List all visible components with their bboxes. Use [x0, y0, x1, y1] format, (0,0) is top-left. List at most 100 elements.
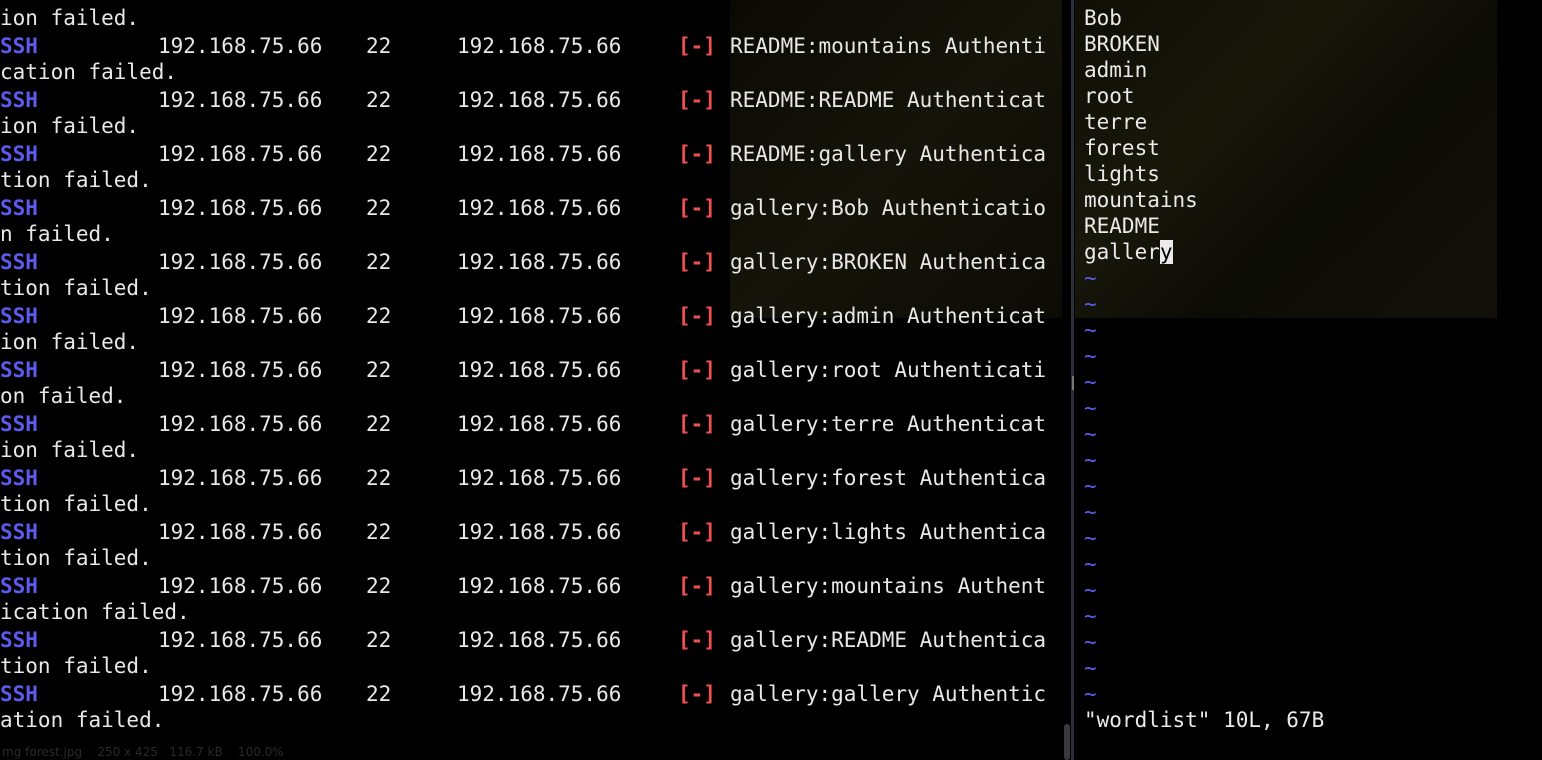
port-number: 22	[366, 34, 392, 58]
port-number: 22	[366, 628, 392, 652]
vim-line[interactable]: terre	[1084, 109, 1147, 135]
tilde-marker: ~	[1084, 318, 1097, 342]
host-address: 192.168.75.66	[158, 250, 323, 274]
port-number: 22	[366, 250, 392, 274]
protocol-label: SSH	[0, 412, 38, 436]
vim-status-line: "wordlist" 10L, 67B	[1084, 708, 1325, 732]
tilde-marker: ~	[1084, 682, 1097, 706]
target-address: 192.168.75.66	[457, 142, 622, 166]
vim-cursor-line[interactable]: gallery	[1084, 239, 1173, 265]
vim-line[interactable]: lights	[1084, 161, 1160, 187]
tilde-marker: ~	[1084, 292, 1097, 316]
vim-editor-pane[interactable]: Bob BROKEN admin root terre forest lights mount…	[1075, 0, 1542, 760]
target-address: 192.168.75.66	[457, 34, 622, 58]
tilde-marker: ~	[1084, 578, 1097, 602]
attempt-message: gallery:lights Authentica	[730, 520, 1047, 544]
protocol-label: SSH	[0, 628, 38, 652]
attempt-message: gallery:gallery Authentic	[730, 682, 1047, 706]
tilde-marker: ~	[1084, 370, 1097, 394]
host-address: 192.168.75.66	[158, 88, 323, 112]
tilde-marker: ~	[1084, 630, 1097, 654]
wrapped-line: tion failed.	[0, 492, 152, 516]
host-address: 192.168.75.66	[158, 628, 323, 652]
tilde-marker: ~	[1084, 344, 1097, 368]
port-number: 22	[366, 304, 392, 328]
failure-marker: [-]	[678, 682, 716, 706]
text-cursor: y	[1159, 240, 1173, 264]
wrapped-line: cation failed.	[0, 60, 178, 84]
vim-line[interactable]: root	[1084, 83, 1135, 109]
divider-handle[interactable]	[1072, 376, 1074, 390]
attempt-message: gallery:BROKEN Authentica	[730, 250, 1047, 274]
target-address: 192.168.75.66	[457, 250, 622, 274]
protocol-label: SSH	[0, 142, 38, 166]
failure-marker: [-]	[678, 358, 716, 382]
target-address: 192.168.75.66	[457, 358, 622, 382]
port-number: 22	[366, 196, 392, 220]
target-address: 192.168.75.66	[457, 682, 622, 706]
wrapped-line: tion failed.	[0, 654, 152, 678]
attempt-message: README:gallery Authentica	[730, 142, 1047, 166]
failure-marker: [-]	[678, 34, 716, 58]
vim-line[interactable]: Bob	[1084, 5, 1122, 31]
protocol-label: SSH	[0, 88, 38, 112]
failure-marker: [-]	[678, 250, 716, 274]
wrapped-line: ion failed.	[0, 438, 140, 462]
vim-line[interactable]: mountains	[1084, 187, 1198, 213]
attempt-message: gallery:root Authenticati	[730, 358, 1047, 382]
protocol-label: SSH	[0, 196, 38, 220]
failure-marker: [-]	[678, 466, 716, 490]
tilde-marker: ~	[1084, 266, 1097, 290]
failure-marker: [-]	[678, 412, 716, 436]
protocol-label: SSH	[0, 358, 38, 382]
tilde-marker: ~	[1084, 656, 1097, 680]
failure-marker: [-]	[678, 196, 716, 220]
wrapped-line: tion failed.	[0, 276, 152, 300]
protocol-label: SSH	[0, 250, 38, 274]
tilde-marker: ~	[1084, 474, 1097, 498]
host-address: 192.168.75.66	[158, 466, 323, 490]
wrapped-line: ation failed.	[0, 708, 165, 732]
tilde-marker: ~	[1084, 396, 1097, 420]
scrollbar-thumb[interactable]	[1064, 724, 1070, 760]
wrapped-line: ication failed.	[0, 600, 190, 624]
wrapped-line: ion failed.	[0, 330, 140, 354]
wrapped-line: ion failed.	[0, 6, 140, 30]
attempt-message: README:README Authenticat	[730, 88, 1047, 112]
failure-marker: [-]	[678, 142, 716, 166]
port-number: 22	[366, 574, 392, 598]
port-number: 22	[366, 466, 392, 490]
wrapped-line: tion failed.	[0, 546, 152, 570]
target-address: 192.168.75.66	[457, 412, 622, 436]
wrapped-line: tion failed.	[0, 168, 152, 192]
failure-marker: [-]	[678, 88, 716, 112]
attempt-message: gallery:README Authentica	[730, 628, 1047, 652]
vim-line[interactable]: admin	[1084, 57, 1147, 83]
left-terminal-pane[interactable]: ion failed. SSH 192.168.75.66 22 192.168.75…	[0, 0, 1062, 760]
host-address: 192.168.75.66	[158, 412, 323, 436]
tilde-marker: ~	[1084, 604, 1097, 628]
host-address: 192.168.75.66	[158, 196, 323, 220]
failure-marker: [-]	[678, 520, 716, 544]
vim-line[interactable]: README	[1084, 213, 1160, 239]
attempt-message: gallery:forest Authentica	[730, 466, 1047, 490]
port-number: 22	[366, 88, 392, 112]
host-address: 192.168.75.66	[158, 142, 323, 166]
tilde-marker: ~	[1084, 500, 1097, 524]
host-address: 192.168.75.66	[158, 520, 323, 544]
vim-line[interactable]: forest	[1084, 135, 1160, 161]
protocol-label: SSH	[0, 520, 38, 544]
target-address: 192.168.75.66	[457, 88, 622, 112]
port-number: 22	[366, 520, 392, 544]
failure-marker: [-]	[678, 304, 716, 328]
host-address: 192.168.75.66	[158, 34, 323, 58]
target-address: 192.168.75.66	[457, 574, 622, 598]
attempt-message: gallery:terre Authenticat	[730, 412, 1047, 436]
port-number: 22	[366, 412, 392, 436]
protocol-label: SSH	[0, 304, 38, 328]
host-address: 192.168.75.66	[158, 682, 323, 706]
target-address: 192.168.75.66	[457, 628, 622, 652]
protocol-label: SSH	[0, 466, 38, 490]
vim-line[interactable]: BROKEN	[1084, 31, 1160, 57]
target-address: 192.168.75.66	[457, 304, 622, 328]
